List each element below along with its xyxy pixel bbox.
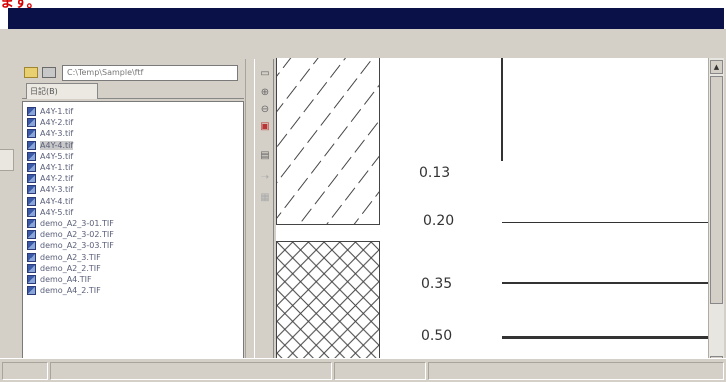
file-item[interactable]: A4Y-4.tif (27, 196, 243, 207)
diagonal-hatch-box (276, 58, 380, 225)
status-cell-3 (334, 362, 426, 380)
arrow-icon[interactable]: ➝ (258, 171, 272, 184)
file-name: A4Y-5.tif (40, 207, 74, 217)
tif-file-icon (27, 252, 36, 262)
file-item[interactable]: A4Y-1.tif (27, 162, 243, 173)
file-name: A4Y-3.tif (40, 129, 74, 139)
print-icon[interactable]: ▦ (258, 191, 272, 204)
tif-file-icon (27, 151, 36, 161)
file-item[interactable]: A4Y-5.tif (27, 151, 243, 162)
tif-file-icon (27, 207, 36, 217)
drive-icon[interactable] (42, 67, 56, 78)
file-name: demo_A4.TIF (40, 274, 92, 284)
path-toolbar: C:\Temp\Sample\ftf (22, 65, 244, 81)
file-list[interactable]: A4Y-1.tif A4Y-2.tif A4Y-3.tif A4Y-4.tif A4Y-… (22, 101, 244, 379)
drawing-canvas[interactable]: 0.13 0.20 0.35 0.50 (276, 58, 708, 372)
vertical-scroll-thumb[interactable] (710, 76, 723, 304)
tif-file-icon (27, 196, 36, 206)
weight-label-4: 0.50 (421, 328, 453, 344)
tif-file-icon (27, 174, 36, 184)
file-name: demo_A2_3-02.TIF (40, 230, 114, 240)
tif-file-icon (27, 230, 36, 240)
file-item[interactable]: demo_A4.TIF (27, 274, 243, 285)
cross-hatch-box (276, 241, 380, 372)
tif-file-icon (27, 140, 36, 150)
file-name: demo_A2_2.TIF (40, 263, 101, 273)
file-name: A4Y-2.tif (40, 118, 74, 128)
status-cell-2 (50, 362, 332, 380)
weight-label-3: 0.35 (421, 276, 453, 292)
file-item[interactable]: demo_A2_3.TIF (27, 251, 243, 262)
file-browser-panel: C:\Temp\Sample\ftf 日記(B) A4Y-1.tif A4Y-2.… (18, 59, 246, 379)
file-name: demo_A2_3-03.TIF (40, 241, 114, 251)
zoom-in-icon[interactable]: ⊕ (258, 86, 272, 99)
file-name: A4Y-1.tif (40, 107, 74, 117)
view-toolbar: ▭ ⊕ ⊖ ▣ ▤ ➝ ▦ (254, 59, 274, 379)
weight-line-2 (502, 222, 708, 223)
file-name: A4Y-2.tif (40, 174, 74, 184)
weight-label-1: 0.13 (419, 165, 451, 181)
file-item[interactable]: A4Y-2.tif (27, 173, 243, 184)
tif-file-icon (27, 107, 36, 117)
top-strip: ます。 (0, 0, 726, 11)
status-bar (0, 358, 726, 382)
file-item[interactable]: A4Y-5.tif (27, 207, 243, 218)
file-item[interactable]: demo_A2_2.TIF (27, 263, 243, 274)
file-item[interactable]: A4Y-2.tif (27, 117, 243, 128)
tif-file-icon (27, 263, 36, 273)
title-bar[interactable] (8, 8, 724, 29)
tif-file-icon (27, 274, 36, 284)
file-item[interactable]: A4Y-3.tif (27, 184, 243, 195)
app-frame: C:\Temp\Sample\ftf 日記(B) A4Y-1.tif A4Y-2.… (0, 29, 726, 382)
file-item[interactable]: demo_A4_2.TIF (27, 285, 243, 296)
file-name: demo_A4_2.TIF (40, 286, 101, 296)
weight-line-4 (502, 336, 708, 339)
file-name: A4Y-4.tif (40, 196, 74, 206)
scroll-up-arrow-icon[interactable]: ▲ (710, 60, 723, 74)
status-cell-1 (2, 362, 48, 380)
select-rect-icon[interactable]: ▭ (258, 67, 272, 80)
fit-page-icon[interactable]: ▣ (258, 120, 272, 133)
weight-line-3 (502, 282, 708, 284)
left-edge-tab (0, 149, 14, 171)
vertical-scrollbar[interactable]: ▲ ▼ (708, 58, 724, 372)
file-item[interactable]: A4Y-3.tif (27, 128, 243, 139)
page-view-icon[interactable]: ▤ (258, 149, 272, 162)
zoom-out-icon[interactable]: ⊖ (258, 103, 272, 116)
weight-label-2: 0.20 (423, 213, 455, 229)
file-item[interactable]: A4Y-4.tif (27, 140, 243, 151)
file-item[interactable]: demo_A2_3-03.TIF (27, 240, 243, 251)
tif-file-icon (27, 218, 36, 228)
file-name: demo_A2_3.TIF (40, 252, 101, 262)
path-field[interactable]: C:\Temp\Sample\ftf (62, 65, 238, 81)
file-name: A4Y-3.tif (40, 185, 74, 195)
tif-file-icon (27, 163, 36, 173)
tif-file-icon (27, 129, 36, 139)
file-name: A4Y-1.tif (40, 163, 74, 173)
status-cell-4 (428, 362, 724, 380)
file-name: demo_A2_3-01.TIF (40, 218, 114, 228)
vertical-line (501, 58, 503, 161)
folder-icon[interactable] (24, 67, 38, 78)
file-item[interactable]: demo_A2_3-02.TIF (27, 229, 243, 240)
file-name: A4Y-4.tif (40, 140, 74, 150)
tif-file-icon (27, 185, 36, 195)
tab-row: 日記(B) (22, 83, 244, 99)
file-item[interactable]: A4Y-1.tif (27, 106, 243, 117)
file-name: A4Y-5.tif (40, 151, 74, 161)
file-item[interactable]: demo_A2_3-01.TIF (27, 218, 243, 229)
tif-file-icon (27, 241, 36, 251)
tab-list[interactable]: 日記(B) (26, 83, 98, 99)
tif-file-icon (27, 118, 36, 128)
tif-file-icon (27, 286, 36, 296)
